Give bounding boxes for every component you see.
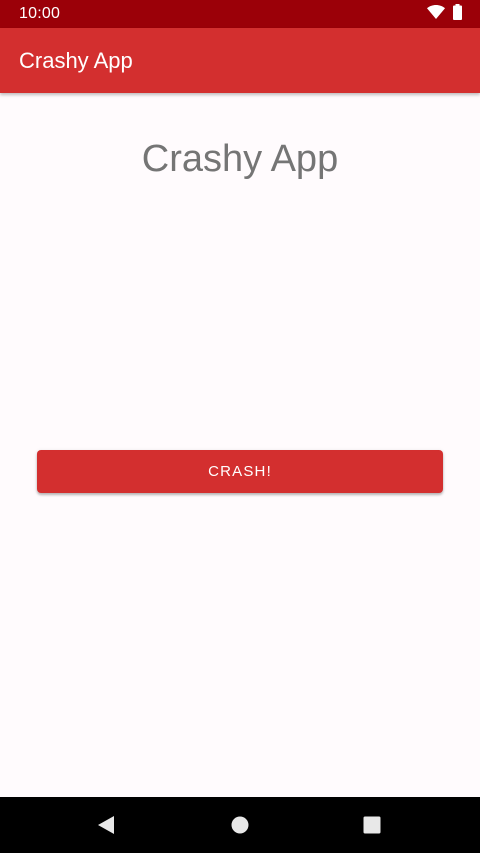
toolbar-title: Crashy App	[19, 48, 133, 73]
status-icons	[427, 3, 462, 25]
navigation-bar	[0, 797, 480, 853]
headline-text: Crashy App	[141, 138, 339, 180]
crash-button[interactable]: CRASH!	[37, 450, 443, 493]
crash-button-label: CRASH!	[208, 463, 272, 480]
recents-icon[interactable]	[358, 811, 386, 839]
status-time: 10:00	[19, 5, 61, 22]
app-toolbar: Crashy App	[0, 28, 480, 93]
home-icon[interactable]	[226, 811, 254, 839]
status-bar: 10:00	[0, 0, 480, 28]
back-icon[interactable]	[92, 811, 120, 839]
wifi-icon	[427, 4, 445, 24]
battery-icon	[453, 3, 462, 25]
app-screen: 10:00 Crashy App Crashy App CRASH!	[0, 0, 480, 853]
main-content: Crashy App CRASH!	[0, 93, 480, 797]
